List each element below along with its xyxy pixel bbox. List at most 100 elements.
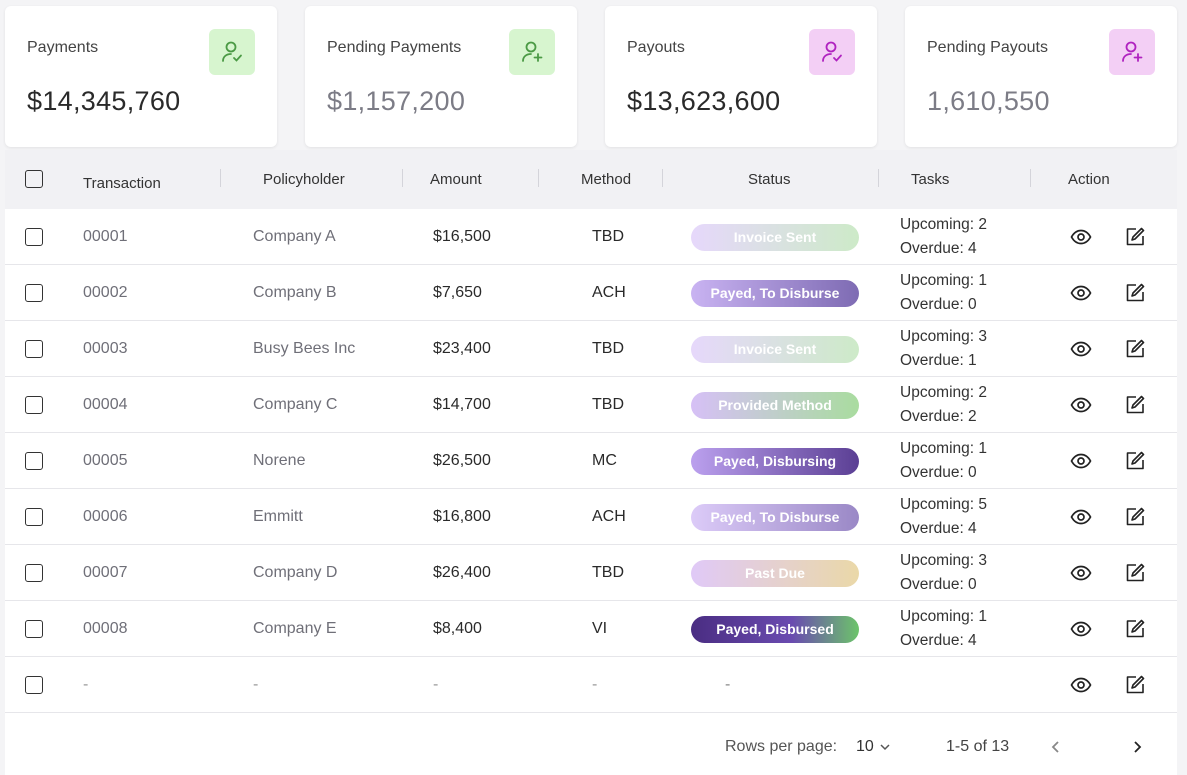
edit-icon[interactable] <box>1122 560 1148 586</box>
amount-value: $26,400 <box>433 564 491 581</box>
row-checkbox[interactable] <box>25 564 43 582</box>
summary-cards: Payments $14,345,760 Pending Payments $1… <box>0 0 1187 150</box>
status-cell: Past Due <box>691 545 859 601</box>
table-row[interactable]: 00004 Company C $14,700 TBD Provided Method U… <box>5 377 1177 433</box>
tasks-upcoming: Upcoming: 3 <box>900 552 988 569</box>
eye-icon[interactable] <box>1068 336 1094 362</box>
row-checkbox[interactable] <box>25 396 43 414</box>
row-checkbox[interactable] <box>25 340 43 358</box>
prev-page-button[interactable] <box>1049 718 1063 775</box>
eye-icon[interactable] <box>1068 224 1094 250</box>
tasks-overdue: Overdue: 0 <box>900 576 977 593</box>
policyholder-name: Company E <box>253 620 337 637</box>
row-checkbox[interactable] <box>25 228 43 246</box>
policyholder-name: Norene <box>253 452 306 469</box>
transaction-id: 00008 <box>83 620 128 637</box>
policyholder-name: Company B <box>253 284 337 301</box>
table-row[interactable]: 00006 Emmitt $16,800 ACH Payed, To Disburse U… <box>5 489 1177 545</box>
transactions-table: Transaction Policyholder Amount Method S… <box>5 150 1177 775</box>
transaction-id: 00002 <box>83 284 128 301</box>
tasks-cell: Upcoming: 1 Overdue: 0 <box>900 265 987 321</box>
header-method[interactable]: Method <box>581 150 631 209</box>
row-checkbox[interactable] <box>25 676 43 694</box>
edit-icon[interactable] <box>1122 672 1148 698</box>
card-value: $1,157,200 <box>327 86 466 116</box>
amount-value: $16,500 <box>433 228 491 245</box>
edit-icon[interactable] <box>1122 336 1148 362</box>
tasks-cell: Upcoming: 2 Overdue: 2 <box>900 377 987 433</box>
column-divider[interactable] <box>538 169 539 187</box>
edit-icon[interactable] <box>1122 448 1148 474</box>
tasks-overdue: Overdue: 4 <box>900 240 977 257</box>
eye-icon[interactable] <box>1068 392 1094 418</box>
header-status[interactable]: Status <box>748 150 791 209</box>
method-value: TBD <box>592 340 624 357</box>
header-amount[interactable]: Amount <box>430 150 482 209</box>
header-transaction[interactable]: Transaction <box>83 154 161 213</box>
table-row[interactable]: ----- <box>5 657 1177 713</box>
tasks-cell: Upcoming: 3 Overdue: 0 <box>900 545 987 601</box>
card-label: Payments <box>27 39 99 56</box>
header-action: Action <box>1068 171 1110 188</box>
chevron-left-icon <box>1049 740 1063 754</box>
row-checkbox[interactable] <box>25 508 43 526</box>
status-badge: Invoice Sent <box>691 335 859 363</box>
eye-icon[interactable] <box>1068 280 1094 306</box>
row-checkbox[interactable] <box>25 284 43 302</box>
rows-per-page-select[interactable]: 10 <box>856 718 891 775</box>
transaction-id: 00005 <box>83 452 128 469</box>
next-page-button[interactable] <box>1130 718 1144 775</box>
card-value: $13,623,600 <box>627 86 781 116</box>
edit-icon[interactable] <box>1122 616 1148 642</box>
table-row[interactable]: 00008 Company E $8,400 VI Payed, Disbursed Up… <box>5 601 1177 657</box>
status-badge: Payed, To Disburse <box>691 279 859 307</box>
table-row[interactable]: 00005 Norene $26,500 MC Payed, Disbursing Upc… <box>5 433 1177 489</box>
header-tasks[interactable]: Tasks <box>911 150 949 209</box>
rows-per-page-label: Rows per page: <box>725 737 838 755</box>
column-divider[interactable] <box>878 169 879 187</box>
card-label: Pending Payments <box>327 39 462 56</box>
method-value: VI <box>592 620 608 637</box>
table-row[interactable]: 00007 Company D $26,400 TBD Past Due Upcoming… <box>5 545 1177 601</box>
user-plus-icon <box>1109 29 1155 75</box>
edit-icon[interactable] <box>1122 504 1148 530</box>
amount-value: $23,400 <box>433 340 491 357</box>
eye-icon[interactable] <box>1068 448 1094 474</box>
card-label: Pending Payouts <box>927 39 1048 56</box>
eye-icon[interactable] <box>1068 616 1094 642</box>
amount-value: - <box>433 676 439 693</box>
table-row[interactable]: 00001 Company A $16,500 TBD Invoice Sent Upco… <box>5 209 1177 265</box>
policyholder-name: - <box>253 676 259 693</box>
column-divider[interactable] <box>662 169 663 187</box>
transaction-id: 00003 <box>83 340 128 357</box>
amount-value: $8,400 <box>433 620 482 637</box>
tasks-upcoming: Upcoming: 1 <box>900 440 988 457</box>
column-divider[interactable] <box>402 169 403 187</box>
transaction-id: 00007 <box>83 564 128 581</box>
select-all-checkbox[interactable] <box>25 170 43 188</box>
header-policyholder[interactable]: Policyholder <box>263 150 345 209</box>
eye-icon[interactable] <box>1068 560 1094 586</box>
status-badge: Payed, Disbursing <box>691 447 859 475</box>
status-cell: Payed, To Disburse <box>691 489 859 545</box>
column-divider[interactable] <box>1030 169 1031 187</box>
edit-icon[interactable] <box>1122 280 1148 306</box>
tasks-cell: Upcoming: 1 Overdue: 4 <box>900 601 987 657</box>
policyholder-name: Company A <box>253 228 336 245</box>
column-divider[interactable] <box>220 169 221 187</box>
amount-value: $26,500 <box>433 452 491 469</box>
table-row[interactable]: 00003 Busy Bees Inc $23,400 TBD Invoice Sent… <box>5 321 1177 377</box>
status-badge: Provided Method <box>691 391 859 419</box>
row-checkbox[interactable] <box>25 452 43 470</box>
status-cell: Invoice Sent <box>691 209 859 265</box>
edit-icon[interactable] <box>1122 392 1148 418</box>
chevron-down-icon <box>879 741 891 753</box>
eye-icon[interactable] <box>1068 504 1094 530</box>
tasks-overdue: Overdue: 4 <box>900 632 977 649</box>
table-row[interactable]: 00002 Company B $7,650 ACH Payed, To Disburs… <box>5 265 1177 321</box>
status-cell: Provided Method <box>691 377 859 433</box>
eye-icon[interactable] <box>1068 672 1094 698</box>
amount-value: $7,650 <box>433 284 482 301</box>
edit-icon[interactable] <box>1122 224 1148 250</box>
row-checkbox[interactable] <box>25 620 43 638</box>
